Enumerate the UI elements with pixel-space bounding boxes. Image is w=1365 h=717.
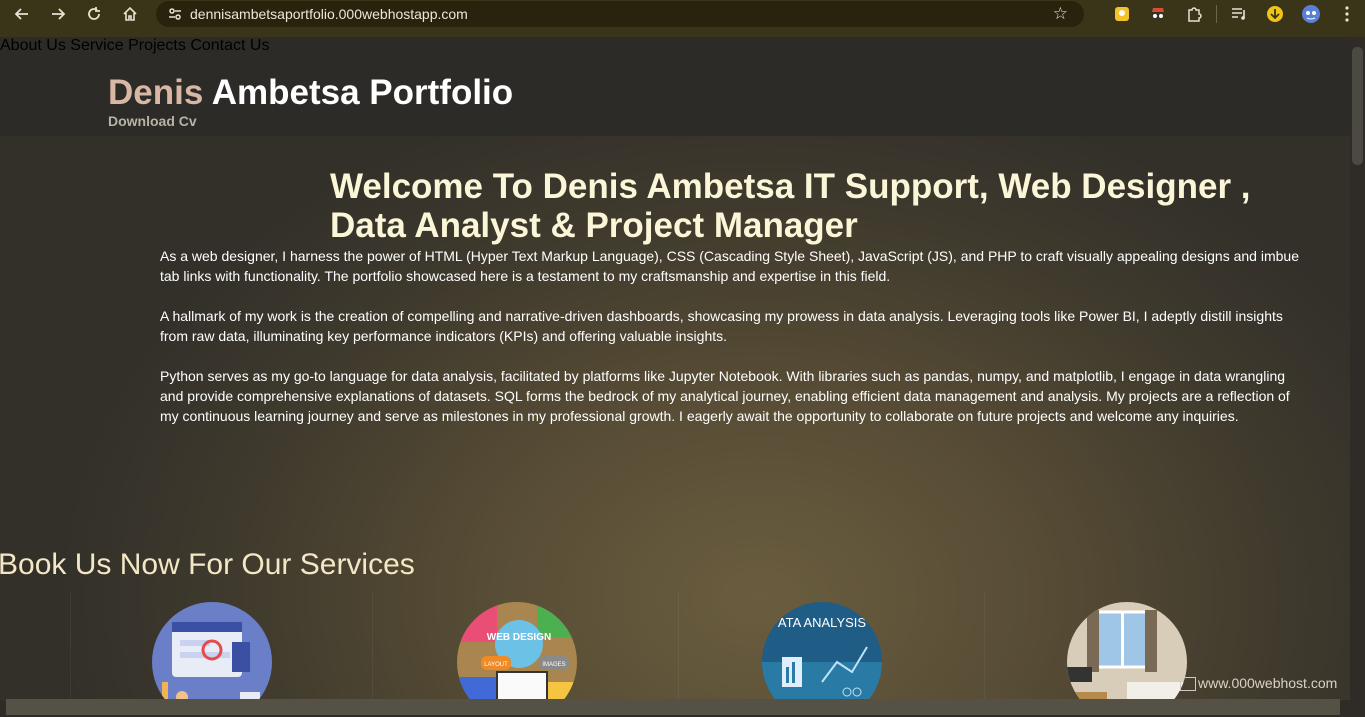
images-text: IMAGES — [542, 662, 565, 668]
extension-bulb-icon[interactable] — [1104, 0, 1140, 28]
address-bar[interactable]: dennisambetsaportfolio.000webhostapp.com… — [156, 1, 1084, 27]
vertical-scroll-thumb[interactable] — [1352, 47, 1363, 165]
profile-avatar-icon[interactable] — [1293, 0, 1329, 28]
service-image-it-support[interactable] — [152, 602, 272, 700]
url-text[interactable]: dennisambetsaportfolio.000webhostapp.com — [190, 6, 468, 22]
nav-projects[interactable]: Projects — [128, 37, 186, 54]
download-cv-link[interactable]: Download Cv — [108, 113, 197, 129]
watermark-text: www.000webhost.com — [1198, 675, 1338, 691]
extension-spy-icon[interactable] — [1140, 0, 1176, 28]
data-analysis-text: ATA ANALYSIS — [778, 615, 866, 630]
intro-paragraph-3: Python serves as my go-to language for d… — [160, 368, 1290, 424]
bookmark-star-icon[interactable]: ☆ — [1053, 4, 1068, 24]
webhost-watermark[interactable]: www.000webhost.com — [1180, 675, 1338, 692]
intro-paragraph-1: As a web designer, I harness the power o… — [160, 248, 1299, 284]
brand-title[interactable]: Denis Ambetsa Portfolio — [108, 73, 513, 113]
site-settings-icon[interactable] — [160, 6, 190, 22]
download-icon[interactable] — [1257, 0, 1293, 28]
extensions-puzzle-icon[interactable] — [1176, 0, 1212, 28]
services-heading: Book Us Now For Our Services — [0, 548, 415, 581]
home-icon[interactable] — [112, 0, 148, 28]
service-image-room[interactable] — [1067, 602, 1187, 700]
nav-about-us[interactable]: About Us — [0, 37, 66, 54]
horizontal-scroll-thumb[interactable] — [6, 699, 1340, 715]
intro-paragraph-2: A hallmark of my work is the creation of… — [160, 308, 1283, 344]
site-header: Denis Ambetsa Portfolio Download Cv Abou… — [0, 37, 1350, 136]
forward-icon[interactable] — [40, 0, 76, 28]
nav-service[interactable]: Service — [70, 37, 123, 54]
menu-kebab-icon[interactable] — [1329, 0, 1365, 28]
column-divider — [70, 592, 71, 700]
toolbar-divider — [1216, 5, 1217, 23]
web-design-text: WEB DESIGN — [487, 632, 551, 643]
column-divider — [678, 592, 679, 700]
service-image-web-design[interactable]: WEB DESIGN LAYOUT IMAGES — [457, 602, 577, 700]
hero-title: Welcome To Denis Ambetsa IT Support, Web… — [330, 167, 1251, 245]
browser-toolbar: dennisambetsaportfolio.000webhostapp.com… — [0, 0, 1365, 37]
main-nav: About Us Service Projects Contact Us — [0, 37, 1350, 55]
nav-contact-us[interactable]: Contact Us — [190, 37, 269, 54]
column-divider — [984, 592, 985, 700]
reload-icon[interactable] — [76, 0, 112, 28]
layout-text: LAYOUT — [484, 662, 508, 668]
service-image-data-analysis[interactable]: ATA ANALYSIS — [762, 602, 882, 700]
brand-rest: Ambetsa Portfolio — [211, 73, 514, 112]
brand-first-name: Denis — [108, 73, 204, 112]
column-divider — [372, 592, 373, 700]
media-playlist-icon[interactable] — [1221, 0, 1257, 28]
broken-image-icon — [1180, 677, 1196, 692]
page-content: Denis Ambetsa Portfolio Download Cv Abou… — [0, 37, 1350, 700]
back-icon[interactable] — [4, 0, 40, 28]
